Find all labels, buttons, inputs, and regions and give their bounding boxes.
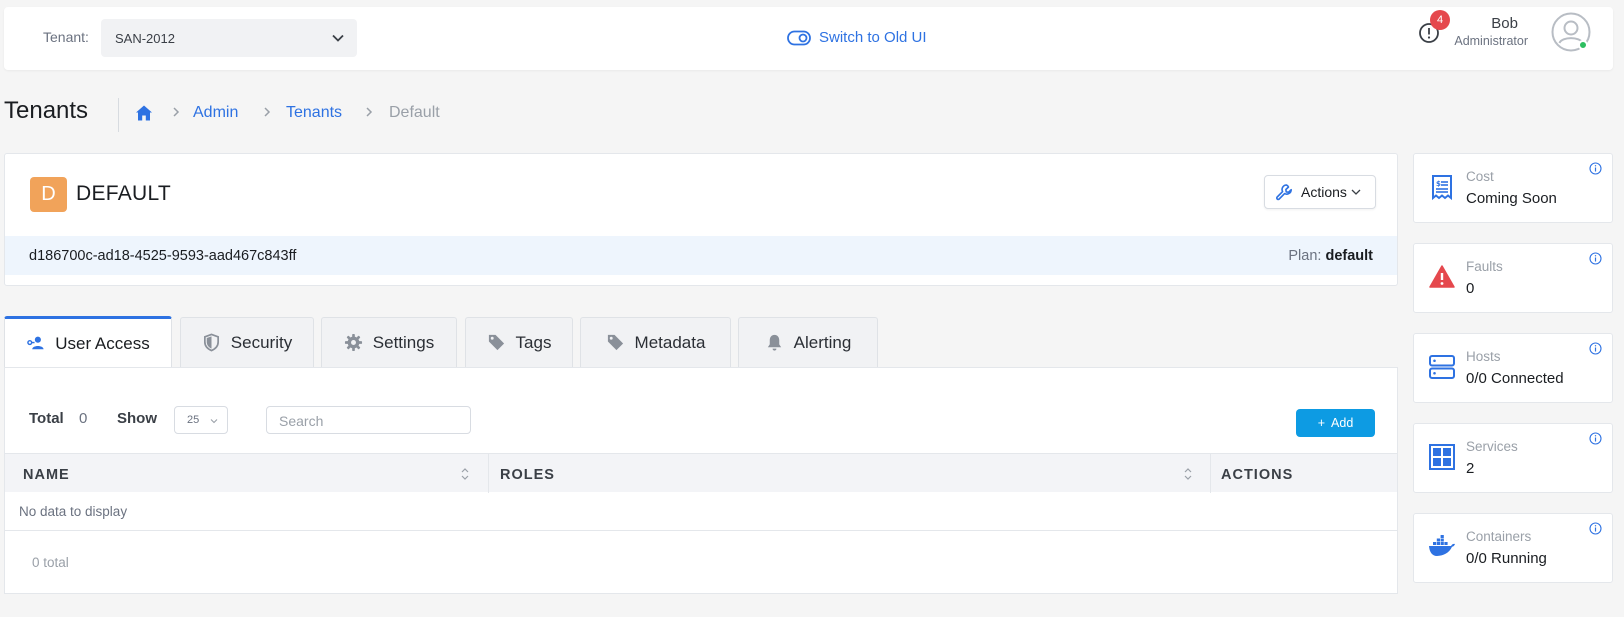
plan-info: Plan: default	[1288, 248, 1373, 264]
chevron-right-icon	[264, 107, 271, 117]
breadcrumb-tenants[interactable]: Tenants	[286, 104, 342, 122]
info-icon[interactable]	[1589, 162, 1602, 175]
column-roles[interactable]: ROLES	[500, 467, 555, 483]
breadcrumb-current: Default	[389, 104, 440, 121]
chevron-down-icon	[1351, 189, 1361, 195]
chevron-down-icon	[210, 419, 218, 424]
table-divider	[5, 530, 1397, 531]
info-icon[interactable]	[1589, 522, 1602, 535]
add-label: Add	[1331, 416, 1354, 430]
containers-value: 0/0 Running	[1466, 550, 1547, 567]
shield-icon	[203, 333, 219, 352]
receipt-icon: $	[1432, 175, 1452, 201]
svg-text:$: $	[1436, 180, 1441, 188]
title-divider	[118, 98, 119, 132]
notification-badge: 4	[1430, 10, 1450, 30]
add-button[interactable]: + Add	[1296, 409, 1375, 437]
user-access-panel: Total 0 Show 25 Search + Add NAME ROLES …	[4, 367, 1398, 594]
hosts-value: 0/0 Connected	[1466, 370, 1564, 387]
sort-icon[interactable]	[1184, 467, 1192, 481]
tag-icon	[488, 334, 504, 351]
hosts-card: Hosts 0/0 Connected	[1413, 333, 1613, 403]
plan-label: Plan:	[1288, 248, 1322, 264]
page-size-select[interactable]: 25	[174, 406, 228, 434]
user-role: Administrator	[1454, 34, 1528, 48]
services-card: Services 2	[1413, 423, 1613, 493]
tab-label: User Access	[55, 333, 150, 353]
actions-button[interactable]: Actions	[1264, 175, 1376, 209]
page-size-value: 25	[187, 414, 200, 426]
breadcrumb-admin[interactable]: Admin	[193, 104, 238, 122]
tenant-name: DEFAULT	[76, 182, 172, 205]
sort-icon[interactable]	[461, 467, 469, 481]
info-icon[interactable]	[1589, 342, 1602, 355]
docker-icon	[1429, 535, 1455, 556]
tab-label: Security	[230, 332, 293, 352]
page-title: Tenants	[4, 97, 89, 124]
tenant-label: Tenant:	[43, 29, 89, 45]
home-icon[interactable]	[134, 103, 154, 123]
table-header: NAME ROLES ACTIONS	[5, 453, 1397, 493]
faults-card: Faults 0	[1413, 243, 1613, 313]
toggle-icon	[787, 30, 811, 45]
tab-settings[interactable]: Settings	[321, 317, 457, 367]
column-divider	[1210, 454, 1211, 493]
users-icon	[27, 336, 44, 350]
grid-icon	[1429, 444, 1455, 470]
user-name: Bob	[1491, 15, 1518, 32]
chevron-right-icon	[366, 107, 373, 117]
tab-tags[interactable]: Tags	[465, 317, 573, 367]
column-divider	[488, 454, 489, 493]
search-input[interactable]: Search	[266, 406, 471, 434]
tab-alerting[interactable]: Alerting	[738, 317, 878, 367]
tenant-id: d186700c-ad18-4525-9593-aad467c843ff	[29, 248, 297, 264]
tab-label: Settings	[372, 332, 435, 352]
info-icon[interactable]	[1589, 252, 1602, 265]
containers-card: Containers 0/0 Running	[1413, 513, 1613, 583]
tenant-select-value: SAN-2012	[115, 31, 175, 46]
chevron-down-icon	[332, 34, 344, 42]
tenant-card: D DEFAULT Actions d186700c-ad18-4525-959…	[4, 153, 1398, 286]
total-label: Total	[29, 410, 64, 427]
tenant-select[interactable]: SAN-2012	[101, 19, 357, 57]
faults-value: 0	[1466, 280, 1475, 297]
tab-label: Metadata	[634, 332, 706, 352]
plan-value: default	[1325, 248, 1373, 264]
hosts-label: Hosts	[1466, 349, 1501, 364]
tab-security[interactable]: Security	[180, 317, 314, 367]
services-label: Services	[1466, 439, 1518, 454]
total-value: 0	[79, 410, 88, 427]
column-actions: ACTIONS	[1221, 467, 1294, 483]
cost-card: $ Cost Coming Soon	[1413, 153, 1613, 223]
top-bar: Tenant: SAN-2012 Switch to Old UI	[4, 7, 1613, 70]
empty-message: No data to display	[19, 504, 128, 519]
plus-icon: +	[1317, 416, 1326, 430]
wrench-icon	[1276, 184, 1292, 201]
tab-metadata[interactable]: Metadata	[580, 317, 731, 367]
cost-value: Coming Soon	[1466, 190, 1557, 207]
cost-label: Cost	[1466, 169, 1494, 184]
online-status-dot	[1578, 40, 1588, 50]
tenant-letter-avatar: D	[30, 177, 67, 212]
switch-old-ui-label: Switch to Old UI	[819, 29, 927, 46]
info-icon[interactable]	[1589, 432, 1602, 445]
tab-user-access[interactable]: User Access	[4, 316, 172, 368]
tenant-id-row: d186700c-ad18-4525-9593-aad467c843ff Pla…	[5, 236, 1397, 275]
footer-total: 0 total	[32, 555, 69, 570]
tab-label: Tags	[515, 332, 552, 352]
bell-icon	[767, 334, 781, 351]
faults-label: Faults	[1466, 259, 1503, 274]
containers-label: Containers	[1466, 529, 1532, 544]
warning-icon	[1429, 265, 1455, 288]
server-icon	[1429, 355, 1455, 379]
chevron-right-icon	[173, 107, 180, 117]
tag-icon	[607, 334, 623, 351]
tab-label: Alerting	[793, 332, 852, 352]
show-label: Show	[117, 410, 157, 427]
switch-old-ui-link[interactable]: Switch to Old UI	[787, 29, 927, 46]
services-value: 2	[1466, 460, 1475, 477]
gear-icon	[344, 333, 362, 352]
actions-label: Actions	[1301, 184, 1347, 200]
column-name[interactable]: NAME	[23, 467, 70, 483]
